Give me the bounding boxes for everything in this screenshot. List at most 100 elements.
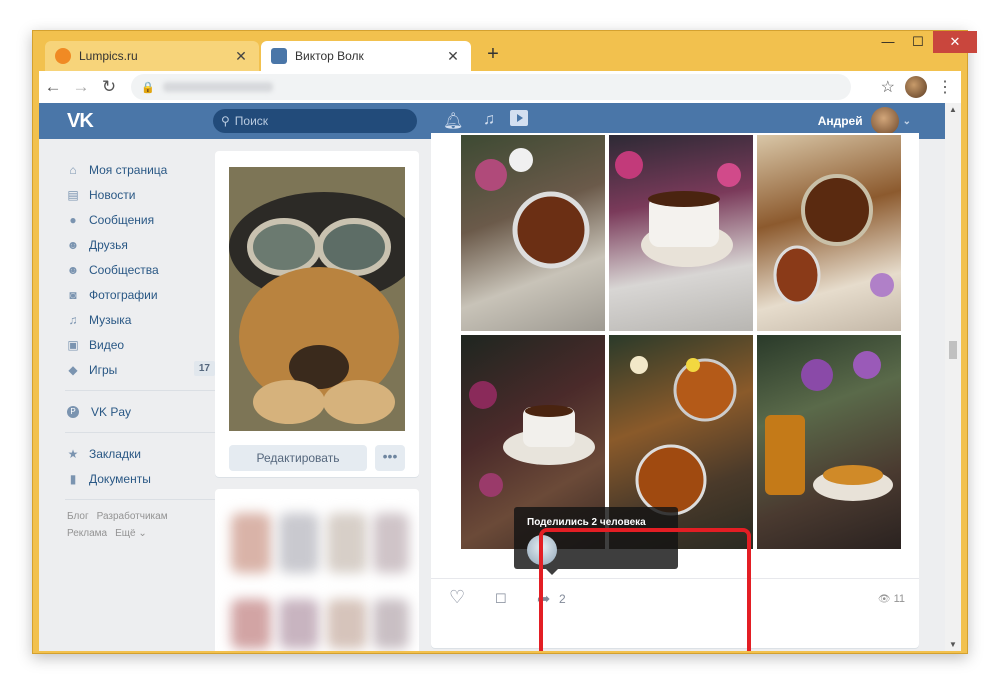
reload-button[interactable]: ↻ (95, 77, 123, 97)
scroll-up-arrow-icon[interactable]: ▲ (945, 105, 961, 114)
search-icon: ⚲ (221, 114, 230, 128)
sidebar-item-bookmarks[interactable]: ★ Закладки (65, 441, 215, 466)
sidebar-item-label: Фотографии (89, 287, 158, 302)
footer-link-blog[interactable]: Блог (67, 511, 89, 522)
vk-logo[interactable]: VK (67, 110, 94, 133)
comment-icon[interactable]: ☐ (495, 591, 507, 607)
profile-photo[interactable] (229, 167, 405, 431)
views-count: 11 (893, 593, 905, 605)
video-icon: ▣ (67, 337, 79, 352)
eye-icon: 👁 (877, 594, 891, 605)
address-bar[interactable]: 🔒 (131, 74, 851, 100)
sidebar-divider (65, 390, 215, 391)
tea-photo-6[interactable] (757, 335, 901, 549)
bookmarks-icon: ★ (67, 446, 79, 461)
search-placeholder: Поиск (234, 114, 269, 128)
wall-post: Поделились 2 человека ♡ ☐ ➦ 2 👁 11 (431, 133, 919, 651)
forward-button[interactable]: → (67, 77, 95, 97)
sidebar-item-video[interactable]: ▣ Видео (65, 332, 215, 357)
sidebar-item-news[interactable]: ▤ Новости (65, 182, 215, 207)
close-tab-icon[interactable]: ✕ (445, 48, 461, 65)
tab-strip: Lumpics.ru ✕ Виктор Волк ✕ + — ☐ ✕ (33, 31, 977, 71)
sidebar-divider (65, 499, 215, 500)
bell-icon[interactable]: 🔔︎ (443, 111, 463, 131)
sidebar-item-documents[interactable]: ▮ Документы (65, 466, 215, 491)
video-icon[interactable] (509, 109, 529, 132)
more-options-button[interactable]: ••• (375, 445, 405, 471)
games-icon: ◆ (68, 362, 78, 377)
scroll-thumb[interactable] (949, 341, 957, 359)
music-icon: ♫ (68, 312, 78, 327)
footer-links: Блог Разработчикам Реклама Ещё ⌄ (65, 508, 215, 542)
sidebar-item-music[interactable]: ♫ Музыка (65, 307, 215, 332)
music-icon[interactable]: ♫ (483, 111, 495, 129)
sidebar-item-label: Документы (89, 471, 151, 486)
sidebar-item-label: Сообщества (89, 262, 159, 277)
user-name: Андрей (817, 114, 863, 128)
page-scrollbar[interactable]: ▲ ▼ (945, 103, 961, 651)
back-button[interactable]: ← (39, 77, 67, 97)
sidebar-item-communities[interactable]: ☻ Сообщества (65, 257, 215, 282)
news-icon: ▤ (67, 187, 79, 202)
close-tab-icon[interactable]: ✕ (233, 48, 249, 65)
sidebar-item-games[interactable]: ◆ Игры 17 (65, 357, 215, 382)
vkpay-icon: P (67, 405, 79, 418)
tab-viktor-volk[interactable]: Виктор Волк ✕ (261, 41, 471, 71)
minimize-button[interactable]: — (873, 31, 903, 53)
sidebar-item-label: Сообщения (89, 212, 155, 227)
tab-title: Lumpics.ru (79, 49, 138, 63)
tab-lumpics[interactable]: Lumpics.ru ✕ (45, 41, 259, 71)
sidebar-divider (65, 432, 215, 433)
sidebar-item-messages[interactable]: ● Сообщения (65, 207, 215, 232)
browser-window: Lumpics.ru ✕ Виктор Волк ✕ + — ☐ ✕ ← → ↻… (32, 30, 977, 654)
page-viewport: VK ⚲ Поиск 🔔︎ ♫ Андрей ⌄ ⌂ Моя страница ▤… (39, 103, 961, 651)
sidebar-item-vk-pay[interactable]: P VK Pay (65, 399, 215, 424)
games-count-badge: 17 (193, 361, 215, 376)
friends-icon: ☻ (66, 237, 80, 252)
sidebar-item-label: Закладки (89, 446, 141, 461)
bookmark-star-icon[interactable]: ☆ (881, 77, 895, 97)
tea-photo-1[interactable] (461, 135, 605, 331)
window-controls: — ☐ ✕ (873, 31, 977, 53)
messages-icon: ● (69, 212, 77, 227)
lumpics-favicon-icon (55, 48, 71, 64)
scroll-down-arrow-icon[interactable]: ▼ (945, 640, 961, 649)
sidebar-item-my-page[interactable]: ⌂ Моя страница (65, 157, 215, 182)
tea-photo-3[interactable] (757, 135, 901, 331)
sidebar-item-friends[interactable]: ☻ Друзья (65, 232, 215, 257)
maximize-button[interactable]: ☐ (903, 31, 933, 53)
profile-photo-card: Редактировать ••• (215, 151, 419, 477)
sidebar-item-label: Музыка (89, 312, 132, 327)
profile-avatar[interactable] (905, 76, 927, 98)
sidebar-item-label: Друзья (89, 237, 128, 252)
highlight-frame (539, 528, 751, 651)
browser-toolbar: ← → ↻ 🔒 ☆ ⋮ (39, 71, 961, 103)
sidebar-item-label: Видео (89, 337, 125, 352)
edit-profile-button[interactable]: Редактировать (229, 445, 367, 471)
vk-favicon-icon (271, 48, 287, 64)
footer-link-ads[interactable]: Реклама (67, 528, 107, 539)
views-counter: 👁 11 (878, 593, 905, 605)
chevron-down-icon: ⌄ (902, 115, 911, 127)
browser-menu-icon[interactable]: ⋮ (937, 77, 953, 97)
lock-icon: 🔒 (141, 81, 155, 94)
new-tab-button[interactable]: + (481, 43, 505, 66)
like-icon[interactable]: ♡ (449, 587, 465, 608)
search-input[interactable]: ⚲ Поиск (213, 109, 417, 133)
photos-icon: ◙ (69, 287, 77, 302)
communities-icon: ☻ (66, 262, 80, 277)
tab-title: Виктор Волк (295, 49, 364, 63)
sidebar-item-label: Моя страница (89, 162, 168, 177)
blurred-friends-card (215, 489, 419, 651)
sidebar-item-photos[interactable]: ◙ Фотографии (65, 282, 215, 307)
home-icon: ⌂ (69, 162, 77, 177)
sidebar-item-label: Игры (89, 362, 118, 377)
tooltip-title: Поделились 2 человека (527, 517, 646, 528)
documents-icon: ▮ (69, 471, 77, 486)
window-close-button[interactable]: ✕ (933, 31, 977, 53)
footer-link-more[interactable]: Ещё ⌄ (115, 528, 147, 539)
footer-link-developers[interactable]: Разработчикам (97, 511, 168, 522)
tea-photo-2[interactable] (609, 135, 753, 331)
sidebar-item-label: VK Pay (91, 404, 132, 419)
sidebar-item-label: Новости (89, 187, 136, 202)
